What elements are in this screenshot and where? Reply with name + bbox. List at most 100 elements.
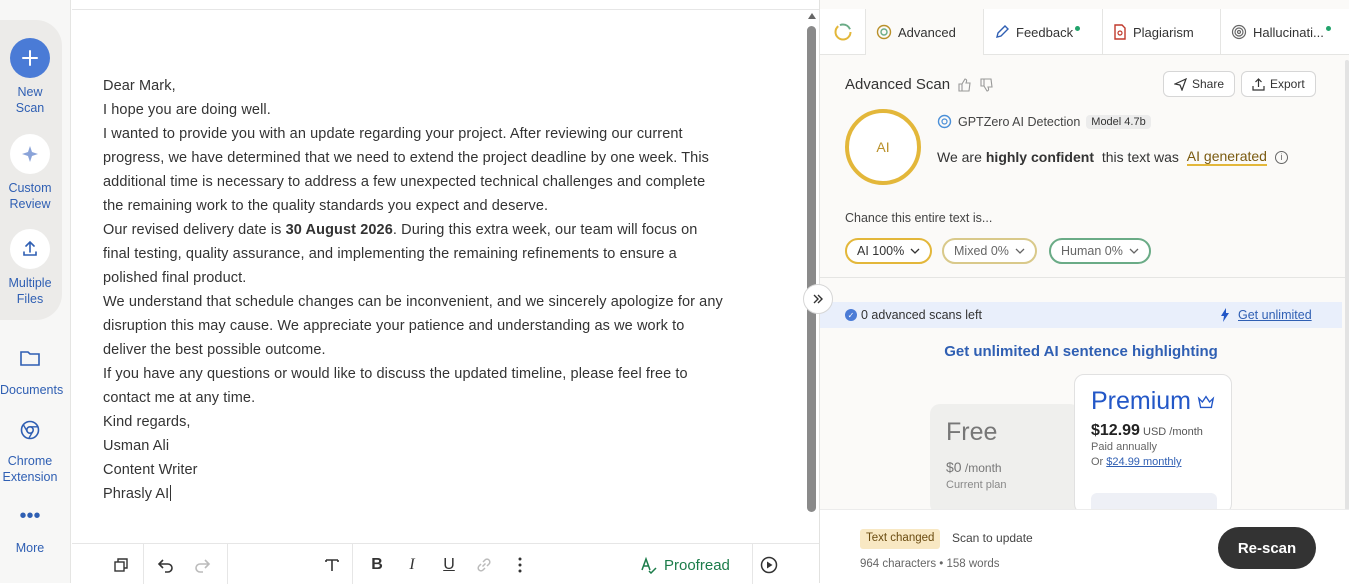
panel-footer: Text changed Scan to update 964 characte… <box>820 509 1349 583</box>
spinner-icon <box>834 23 851 41</box>
panel-scrollbar[interactable] <box>1345 60 1349 510</box>
underline-button[interactable]: U <box>438 554 460 576</box>
collapse-panel-button[interactable] <box>803 284 833 314</box>
double-chevron-right-icon <box>813 294 823 304</box>
scans-left-text: 0 advanced scans left <box>861 308 982 322</box>
free-title: Free <box>946 418 998 446</box>
document-check-icon <box>1114 24 1126 40</box>
gptzero-icon <box>937 114 952 129</box>
toolbar-divider <box>752 544 753 584</box>
doc-line: If you have any questions or would like … <box>103 366 688 382</box>
pill-human-label: Human 0% <box>1061 244 1123 258</box>
doc-line: Dear Mark, <box>103 78 176 94</box>
premium-plan-card[interactable]: Premium $12.99 USD /month Paid annually … <box>1074 374 1232 515</box>
info-icon[interactable]: i <box>1274 150 1288 164</box>
check-icon: ✓ <box>845 309 857 321</box>
human-percent-dropdown[interactable]: Human 0% <box>1049 238 1151 264</box>
export-button[interactable]: Export <box>1241 71 1316 97</box>
share-button[interactable]: Share <box>1163 71 1236 97</box>
more-dots-icon: ••• <box>19 505 41 527</box>
word-count: 964 characters • 158 words <box>860 558 1000 570</box>
redo-button[interactable] <box>191 554 213 576</box>
thumbs-up-icon[interactable] <box>958 77 972 92</box>
new-scan-label-1: New <box>17 85 43 99</box>
multiple-files-label-2: Files <box>16 292 44 306</box>
premium-monthly-link[interactable]: $24.99 monthly <box>1106 456 1181 468</box>
document-text[interactable]: Dear Mark, I hope you are doing well. I … <box>103 74 783 506</box>
doc-line: I hope you are doing well. <box>103 102 271 118</box>
chrome-extension-label-2: Extension <box>2 470 58 484</box>
tab-plagiarism-label: Plagiarism <box>1133 24 1194 40</box>
detector-name: GPTZero AI Detection <box>958 114 1081 129</box>
spiral-icon <box>1231 24 1247 40</box>
chrome-extension-button[interactable]: Chrome Extension <box>0 419 60 485</box>
custom-review-label-2: Review <box>9 197 51 211</box>
rescan-button[interactable]: Re-scan <box>1218 527 1316 569</box>
pen-icon <box>996 25 1009 38</box>
send-icon <box>1174 77 1187 91</box>
italic-icon: I <box>409 556 415 573</box>
chevron-down-icon <box>1129 248 1139 254</box>
text-changed-badge: Text changed <box>860 529 941 549</box>
doc-line: deliver the best possible outcome. <box>103 342 326 358</box>
upload-icon <box>10 229 50 269</box>
copy-icon <box>114 558 128 572</box>
get-unlimited-link[interactable]: Get unlimited <box>1220 302 1312 328</box>
tab-plagiarism[interactable]: Plagiarism <box>1103 9 1221 55</box>
section-divider <box>820 277 1345 278</box>
new-scan-button[interactable]: New Scan <box>0 38 60 116</box>
doc-line: disruption this may cause. We appreciate… <box>103 318 685 334</box>
text-style-button[interactable] <box>321 554 343 576</box>
premium-billing: Paid annually <box>1091 441 1158 453</box>
tab-advanced[interactable]: Advanced <box>866 9 984 55</box>
text-type-icon <box>325 559 339 571</box>
play-button[interactable] <box>758 554 780 576</box>
redo-icon <box>195 559 211 573</box>
proofread-label: Proofread <box>664 556 730 574</box>
italic-button[interactable]: I <box>401 554 423 576</box>
tab-feedback-label: Feedback <box>1016 24 1074 40</box>
get-unlimited-label: Get unlimited <box>1238 308 1312 322</box>
free-plan-card: Free $0 /month Current plan <box>930 404 1080 514</box>
ai-percent-dropdown[interactable]: AI 100% <box>845 238 933 264</box>
results-panel: Advanced Feedback Plagiarism Hallucinati… <box>819 0 1349 583</box>
premium-title: Premium <box>1091 387 1192 415</box>
scroll-up-arrow[interactable] <box>808 13 816 19</box>
ai-score-ring: AI <box>845 109 921 185</box>
link-button[interactable] <box>473 554 495 576</box>
editor-area[interactable]: Dear Mark, I hope you are doing well. I … <box>72 0 819 584</box>
signature-company: Phrasly AI <box>103 486 170 502</box>
copy-button[interactable] <box>110 554 132 576</box>
more-options-button[interactable] <box>509 554 531 576</box>
multiple-files-button[interactable]: Multiple Files <box>0 229 60 307</box>
doc-line: contact me at any time. <box>103 390 256 406</box>
doc-line: progress, we have determined that we nee… <box>103 150 710 166</box>
folder-icon <box>0 348 60 372</box>
custom-review-label-1: Custom <box>8 181 52 195</box>
doc-line: the remaining work to the quality standa… <box>103 198 549 214</box>
feedback-status-dot <box>1075 25 1081 31</box>
documents-label: Documents <box>0 383 64 397</box>
proofread-icon <box>641 556 657 574</box>
loading-tab[interactable] <box>820 9 866 55</box>
mixed-percent-dropdown[interactable]: Mixed 0% <box>942 238 1037 264</box>
confidence-statement: We are highly confident this text was AI… <box>937 148 1288 166</box>
tab-hallucination[interactable]: Hallucinati... <box>1221 9 1349 55</box>
proofread-button[interactable]: Proofread <box>640 554 730 576</box>
premium-title-row: Premium <box>1091 387 1215 416</box>
tab-hallucination-label: Hallucinati... <box>1253 24 1324 40</box>
custom-review-button[interactable]: Custom Review <box>0 134 60 212</box>
ai-ring-label: AI <box>876 139 890 155</box>
tab-feedback[interactable]: Feedback <box>984 9 1103 55</box>
bold-button[interactable]: B <box>366 554 388 576</box>
more-button[interactable]: ••• More <box>0 505 60 556</box>
undo-button[interactable] <box>155 554 177 576</box>
toolbar-divider <box>227 544 228 584</box>
text-caret <box>170 485 172 501</box>
doc-line: final testing, quality assurance, and im… <box>103 246 677 262</box>
editor-scrollbar[interactable] <box>807 26 816 512</box>
documents-button[interactable]: Documents <box>0 348 64 398</box>
doc-line-last: Phrasly AI <box>103 482 783 506</box>
thumbs-down-icon[interactable] <box>980 77 994 92</box>
doc-line: additional time is necessary to address … <box>103 174 706 190</box>
